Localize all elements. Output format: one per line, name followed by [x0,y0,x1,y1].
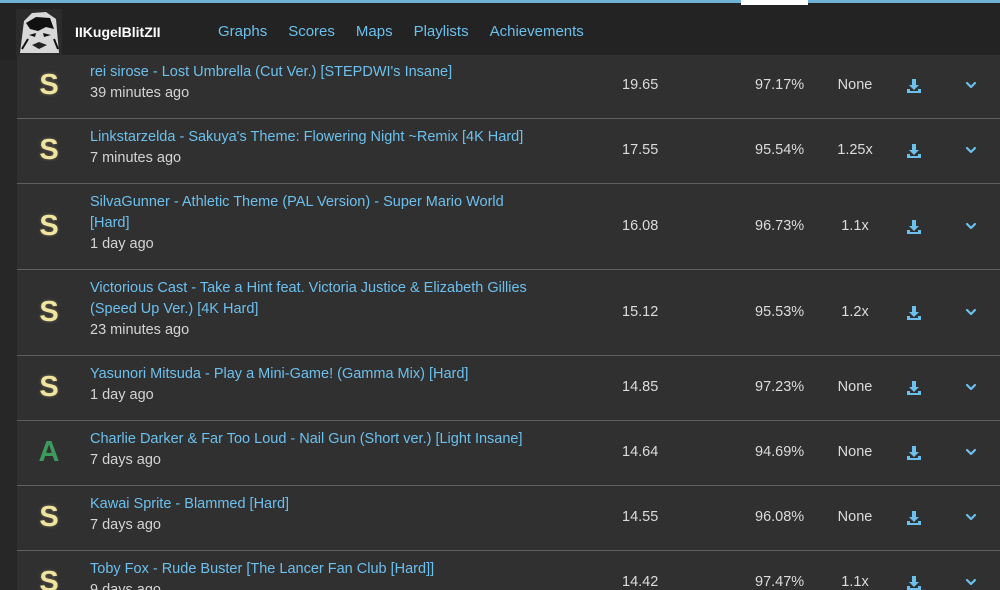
map-title-line: SilvaGunner - Athletic Theme (PAL Versio… [90,194,504,210]
score-pp: 17.55 [622,142,659,158]
score-time: 9 days ago [90,582,161,590]
score-pp: 14.42 [622,574,659,590]
download-icon[interactable] [906,219,922,235]
map-title-link[interactable]: Victorious Cast - Take a Hint feat. Vict… [90,278,530,320]
score-accuracy: 96.73% [755,217,805,234]
chevron-down-icon[interactable] [965,307,977,317]
map-title-link[interactable]: Yasunori Mitsuda - Play a Mini-Game! (Ga… [90,364,530,385]
grade-badge: S [39,566,59,590]
map-title-line: Victorious Cast - Take a Hint feat. Vict… [90,280,527,296]
score-time: 39 minutes ago [90,85,190,101]
score-accuracy: 97.17% [755,77,805,93]
score-mods: 1.1x [841,217,869,234]
map-title-link[interactable]: SilvaGunner - Athletic Theme (PAL Versio… [90,192,530,234]
score-accuracy: 94.69% [755,444,805,460]
map-title-line: Linkstarzelda - Sakuya's Theme: Flowerin… [90,129,524,145]
score-pp: 15.12 [622,303,659,320]
download-icon[interactable] [906,575,922,590]
nav-links: Graphs Scores Maps Playlists Achievement… [218,23,605,40]
score-accuracy: 95.53% [755,303,805,320]
score-mods: 1.1x [841,574,869,590]
score-time: 1 day ago [90,387,154,403]
map-title-line: Yasunori Mitsuda - Play a Mini-Game! (Ga… [90,366,469,382]
grade-badge: S [39,501,59,533]
score-row: S Toby Fox - Rude Buster [The Lancer Fan … [17,551,1000,590]
score-accuracy: 96.08% [755,509,805,525]
map-title-link[interactable]: Charlie Darker & Far Too Loud - Nail Gun… [90,429,530,450]
username[interactable]: IIKugelBlitZII [75,24,161,40]
download-icon[interactable] [906,143,922,159]
nav-achievements[interactable]: Achievements [490,23,584,40]
download-icon[interactable] [906,380,922,396]
download-icon[interactable] [906,445,922,461]
chevron-down-icon[interactable] [965,382,977,392]
score-pp: 16.08 [622,217,659,234]
score-row: S SilvaGunner - Athletic Theme (PAL Versi… [17,184,1000,270]
map-title-link[interactable]: Linkstarzelda - Sakuya's Theme: Flowerin… [90,127,530,148]
score-mods: None [837,509,873,525]
map-title-link[interactable]: Kawai Sprite - Blammed [Hard] [90,494,530,515]
chevron-down-icon[interactable] [965,577,977,587]
nav-maps[interactable]: Maps [356,23,393,40]
download-icon[interactable] [906,510,922,526]
grade-badge: S [39,69,59,101]
score-mods: None [837,444,873,460]
score-time: 1 day ago [90,236,154,252]
map-title-line: Kawai Sprite - Blammed [Hard] [90,496,290,512]
active-tab-indicator [741,0,808,5]
score-row: S Yasunori Mitsuda - Play a Mini-Game! (G… [17,356,1000,421]
nav-graphs[interactable]: Graphs [218,23,267,40]
score-row: S Kawai Sprite - Blammed [Hard] 7 days ago… [17,486,1000,551]
avatar[interactable] [16,9,62,55]
chevron-down-icon[interactable] [965,145,977,155]
score-pp: 14.85 [622,379,659,395]
score-row: S Victorious Cast - Take a Hint feat. Vic… [17,270,1000,356]
map-title-link[interactable]: rei sirose - Lost Umbrella (Cut Ver.) [S… [90,62,530,83]
chevron-down-icon[interactable] [965,80,977,90]
grade-badge: S [39,209,59,242]
grade-badge: A [38,436,60,468]
score-table: Srei sirose - Lost Umbrella (Cut Ver.) [… [17,55,1000,590]
map-title-line: Toby Fox - Rude Buster [The Lancer Fan C… [90,561,435,577]
map-title-line: rei sirose - Lost Umbrella (Cut Ver.) [S… [90,64,453,80]
score-row: Srei sirose - Lost Umbrella (Cut Ver.) [… [17,55,1000,119]
map-title-line: (Speed Up Ver.) [4K Hard] [90,301,259,317]
score-mods: 1.2x [841,303,869,320]
score-accuracy: 97.23% [755,379,805,395]
nav-scores[interactable]: Scores [288,23,335,40]
grade-badge: S [39,295,59,328]
nav-playlists[interactable]: Playlists [414,23,469,40]
score-time: 7 minutes ago [90,150,182,166]
score-mods: None [837,379,873,395]
grade-badge: S [39,134,59,166]
score-time: 23 minutes ago [90,322,190,338]
grade-badge: S [39,371,59,403]
download-icon[interactable] [906,78,922,94]
top-navbar: IIKugelBlitZII Graphs Scores Maps Playli… [0,3,1000,60]
chevron-down-icon[interactable] [965,447,977,457]
map-title-link[interactable]: Toby Fox - Rude Buster [The Lancer Fan C… [90,559,530,580]
score-row: A Charlie Darker & Far Too Loud - Nail Gu… [17,421,1000,486]
score-pp: 14.64 [622,444,659,460]
chevron-down-icon[interactable] [965,221,977,231]
score-accuracy: 95.54% [755,142,805,158]
score-row: S Linkstarzelda - Sakuya's Theme: Floweri… [17,119,1000,184]
score-pp: 19.65 [622,77,659,93]
download-icon[interactable] [906,305,922,321]
score-pp: 14.55 [622,509,659,525]
chevron-down-icon[interactable] [965,512,977,522]
score-time: 7 days ago [90,452,161,468]
score-mods: 1.25x [837,142,873,158]
score-accuracy: 97.47% [755,574,805,590]
map-title-line: Charlie Darker & Far Too Loud - Nail Gun… [90,431,523,447]
score-mods: None [837,77,873,93]
score-time: 7 days ago [90,517,161,533]
map-title-line: [Hard] [90,215,130,231]
